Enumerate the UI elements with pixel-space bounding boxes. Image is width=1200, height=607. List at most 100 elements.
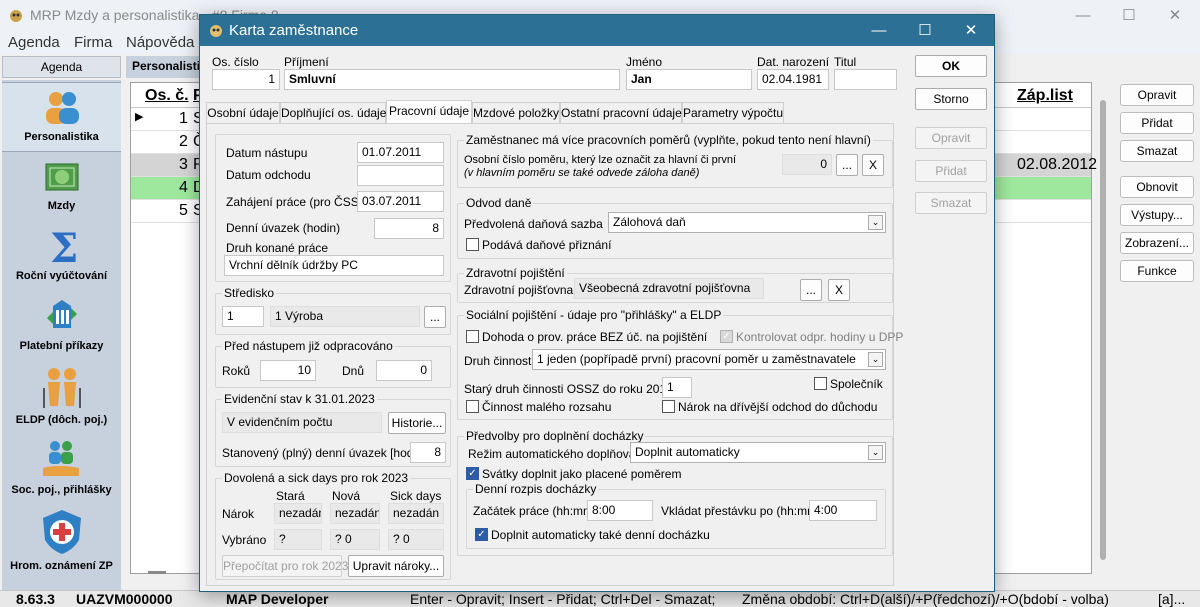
predvolena-sazba-label: Předvolená daňová sazba [464,217,603,231]
tab-pracovni-udaje[interactable]: Pracovní údaje [386,100,472,124]
prepocitat-button[interactable]: Přepočítat pro rok 2023 [222,555,348,577]
predvolena-sazba-select[interactable]: Zálohová daň ⌄ [608,212,886,233]
smazat-button[interactable]: Smazat [915,192,987,214]
opravit-button[interactable]: Opravit [915,127,987,149]
sidebar-item-hrom-oznameni[interactable]: Hrom. oznámení ZP [2,508,121,578]
vybrano-sick-field: ? 0 [388,529,444,550]
pridat-button[interactable]: Přidat [915,160,987,182]
opravit-button[interactable]: Opravit [1120,84,1194,106]
people-icon [45,92,79,124]
cinnost-maleho-checkbox[interactable] [466,400,479,413]
os-cislo-field[interactable]: 1 [212,69,280,90]
spolecnik-checkbox[interactable] [814,377,827,390]
kontrolovat-checkbox[interactable]: ✓ [720,330,733,343]
zobrazeni-button[interactable]: Zobrazení... [1120,232,1194,254]
doplnit-denni-label: Doplnit automaticky také denní docházku [491,528,710,542]
prestavka-field[interactable]: 4:00 [809,500,877,521]
stary-druh-field[interactable]: 1 [662,377,692,398]
upravit-naroky-button[interactable]: Upravit nároky... [348,555,444,577]
datum-nastupu-field[interactable]: 01.07.2011 [357,142,444,163]
tab-osobni-udaje[interactable]: Osobní údaje [206,102,280,124]
tab-doplnujici-os-udaje[interactable]: Doplňující os. údaje [280,102,386,124]
podava-priznani-checkbox[interactable] [466,238,479,251]
sidebar-item-rocni-vyuctovani[interactable]: Σ Roční vyúčtování [2,226,121,290]
close-icon[interactable]: ✕ [1152,0,1198,32]
close-icon[interactable]: ✕ [948,15,994,46]
kontrolovat-label: Kontrolovat odpr. hodiny u DPP [736,330,904,344]
ok-button[interactable]: OK [915,55,987,77]
svatky-label: Svátky doplnit jako placené poměrem [482,467,682,481]
smazat-button[interactable]: Smazat [1120,140,1194,162]
vice-pomeru-group: Zaměstnanec má více pracovních poměrů (v… [457,133,893,188]
zdravotni-group: Zdravotní pojištění Zdravotní pojišťovna… [457,266,893,303]
vystupy-button[interactable]: Výstupy... [1120,204,1194,226]
prijmeni-label: Příjmení [284,55,329,69]
obnovit-button[interactable]: Obnovit [1120,176,1194,198]
druh-prace-field[interactable]: Vrchní dělník údržby PC [224,255,444,276]
pojistovna-browse-button[interactable]: ... [800,279,822,301]
zahajeni-prace-field[interactable]: 03.07.2011 [357,191,444,212]
datum-odchodu-field[interactable] [357,165,444,186]
narok-label: Nárok [222,507,255,521]
osobni-cislo-clear-button[interactable]: X [862,154,884,176]
pojistovna-clear-button[interactable]: X [828,279,850,301]
menu-firma[interactable]: Firma [74,34,112,51]
historie-button[interactable]: Historie... [388,412,446,434]
sidebar-label: Platební příkazy [19,340,104,352]
grid-scrollbar[interactable] [1100,100,1106,560]
funkce-button[interactable]: Funkce [1120,260,1194,282]
stredisko-browse-button[interactable]: ... [424,306,446,328]
narok-odchod-checkbox[interactable] [662,400,675,413]
col-header-os-cislo[interactable]: Os. č. [145,87,189,105]
status-version: 8.63.3 [16,591,55,607]
titul-field[interactable] [834,69,897,90]
maximize-icon[interactable]: ☐ [902,15,948,46]
status-period: Změna období: Ctrl+D(alší)/+P(ředchozí)/… [742,591,1109,607]
rezim-label: Režim automatického doplňování [468,447,646,461]
menu-agenda[interactable]: Agenda [8,34,60,51]
col-stara-label: Stará [276,489,305,503]
rezim-value: Doplnit automaticky [635,445,740,459]
sidebar-scrollbar[interactable] [148,571,166,574]
sidebar-item-soc-poj[interactable]: Soc. poj., přihlášky [2,438,121,502]
storno-button[interactable]: Storno [915,88,987,110]
dat-narozeni-field[interactable]: 02.04.1981 [757,69,829,90]
doplnit-denni-checkbox[interactable]: ✓ [475,528,488,541]
tab-personalistika[interactable]: Personalisti [126,56,206,78]
sidebar-item-platebni-prikazy[interactable]: Platební příkazy [2,296,121,360]
tab-ostatni-pracovni-udaje[interactable]: Ostatní pracovní údaje [560,102,682,124]
col-nova-label: Nová [332,489,361,503]
druh-cinnosti-select[interactable]: 1 jeden (popřípadě první) pracovní poměr… [532,349,886,370]
stredisko-nazev-field: 1 Výroba [270,306,420,327]
roku-field[interactable]: 10 [260,360,316,381]
tab-parametry-vypoctu[interactable]: Parametry výpočtu [682,102,784,124]
chevron-down-icon: ⌄ [868,215,883,230]
rezim-select[interactable]: Doplnit automaticky ⌄ [630,442,886,463]
prijmeni-field[interactable]: Smluvní [284,69,620,90]
socialni-group: Sociální pojištění - údaje pro "přihlášk… [457,308,903,420]
osobni-cislo-browse-button[interactable]: ... [836,154,858,176]
money-icon [45,163,78,191]
jmeno-field[interactable]: Jan [626,69,752,90]
pred-nastupem-group: Před nástupem již odpracováno Roků 10 Dn… [215,339,451,388]
druh-prace-label: Druh konané práce [226,241,329,255]
stredisko-cislo-field[interactable]: 1 [222,306,264,327]
minimize-icon[interactable]: — [1060,0,1106,32]
stanoveny-uvazek-field[interactable]: 8 [410,442,446,463]
denni-rozpis-label: Denní rozpis docházky [473,482,599,496]
svatky-checkbox[interactable]: ✓ [466,467,479,480]
sidebar-item-personalistika[interactable]: Personalistika [2,82,121,152]
denni-uvazek-field[interactable]: 8 [374,218,444,239]
agenda-header[interactable]: Agenda [2,56,121,78]
pridat-button[interactable]: Přidat [1120,112,1194,134]
tab-mzdove-polozky[interactable]: Mzdové položky [472,102,560,124]
zacatek-prace-field[interactable]: 8:00 [587,500,653,521]
dnu-field[interactable]: 0 [376,360,432,381]
maximize-icon[interactable]: ☐ [1106,0,1152,32]
sidebar-item-mzdy[interactable]: Mzdy [2,158,121,220]
menu-napoveda[interactable]: Nápověda [126,34,194,51]
dohoda-checkbox[interactable] [466,330,479,343]
minimize-icon[interactable]: — [856,15,902,46]
sidebar-item-eldp[interactable]: ELDP (dôch. poj.) [2,366,121,432]
col-header-zap-list[interactable]: Záp.list [1017,87,1073,105]
